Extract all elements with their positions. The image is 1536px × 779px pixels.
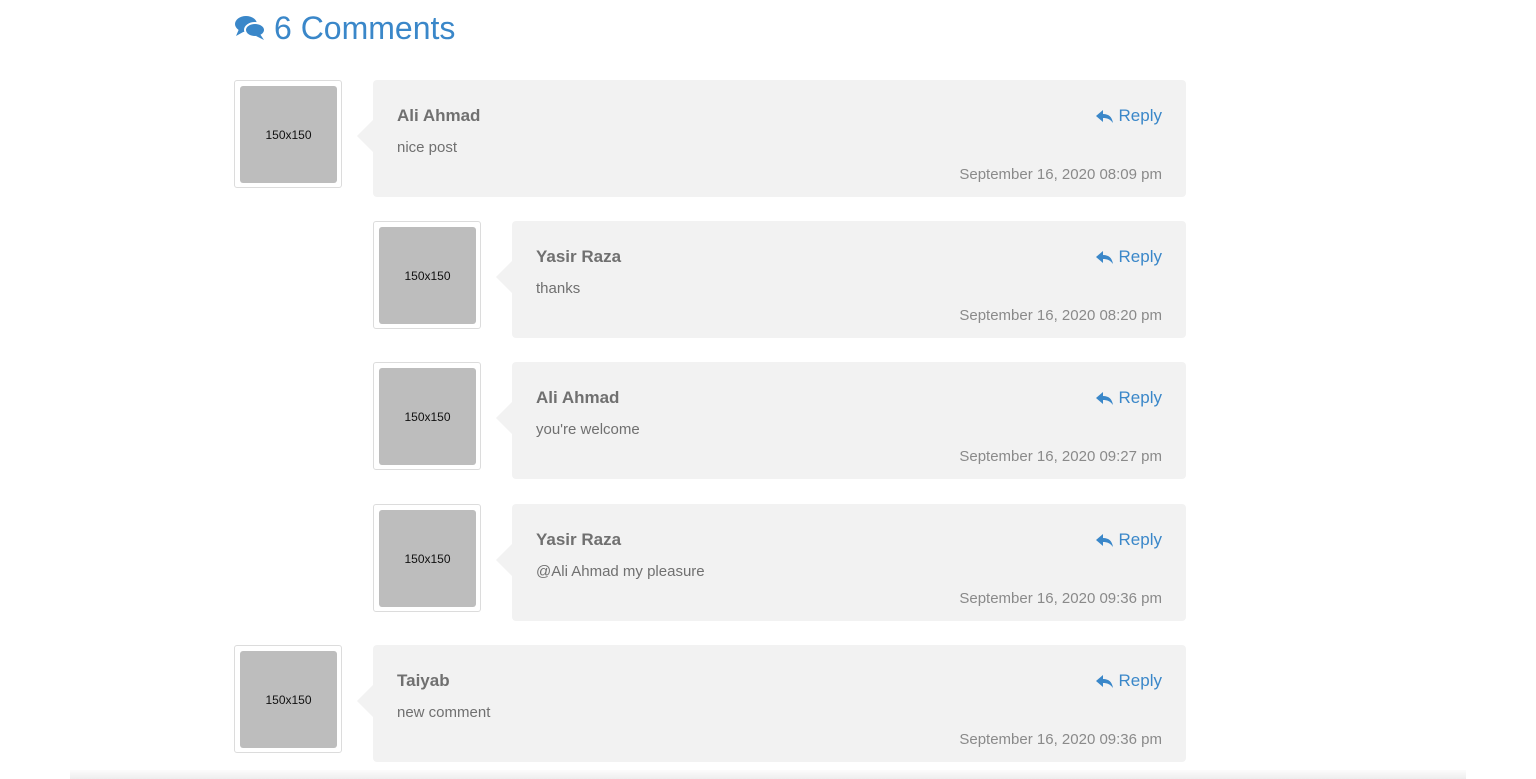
comment-text: you're welcome <box>536 421 640 438</box>
reply-button[interactable]: Reply <box>1095 530 1162 550</box>
reply-icon <box>1095 533 1114 547</box>
comment-item: 150x150 Taiyab new comment Reply Septemb… <box>234 645 1186 762</box>
reply-label: Reply <box>1118 388 1162 407</box>
reply-button[interactable]: Reply <box>1095 247 1162 267</box>
comment-author: Ali Ahmad <box>536 388 620 407</box>
comments-heading: 6 Comments <box>234 8 455 48</box>
reply-button[interactable]: Reply <box>1095 671 1162 691</box>
comment-date: September 16, 2020 08:09 pm <box>959 166 1162 183</box>
comment-date: September 16, 2020 09:36 pm <box>959 731 1162 748</box>
comment-bubble: Taiyab new comment Reply September 16, 2… <box>357 645 1186 762</box>
comment-date: September 16, 2020 09:27 pm <box>959 448 1162 465</box>
avatar-placeholder: 150x150 <box>240 651 337 748</box>
comment-text: @Ali Ahmad my pleasure <box>536 563 705 580</box>
comment-author: Taiyab <box>397 671 450 690</box>
comment-item: 150x150 Yasir Raza @Ali Ahmad my pleasur… <box>373 504 1186 621</box>
avatar: 150x150 <box>234 80 342 188</box>
comment-text: thanks <box>536 280 581 297</box>
comment-author: Yasir Raza <box>536 530 622 549</box>
avatar-placeholder: 150x150 <box>379 227 476 324</box>
comments-section: 6 Comments 150x150 Ali Ahmad nice post R… <box>0 0 1536 779</box>
avatar: 150x150 <box>234 645 342 753</box>
comment-text: new comment <box>397 704 491 721</box>
section-divider <box>70 770 1466 779</box>
reply-label: Reply <box>1118 671 1162 690</box>
comment-date: September 16, 2020 08:20 pm <box>959 307 1162 324</box>
reply-label: Reply <box>1118 530 1162 549</box>
comment-text: nice post <box>397 139 458 156</box>
reply-label: Reply <box>1118 247 1162 266</box>
avatar: 150x150 <box>373 504 481 612</box>
comment-date: September 16, 2020 09:36 pm <box>959 590 1162 607</box>
reply-button[interactable]: Reply <box>1095 388 1162 408</box>
reply-icon <box>1095 391 1114 405</box>
comment-bubble: Yasir Raza @Ali Ahmad my pleasure Reply … <box>496 504 1186 621</box>
reply-icon <box>1095 109 1114 123</box>
comment-item: 150x150 Ali Ahmad nice post Reply Septem… <box>234 80 1186 197</box>
comment-author: Yasir Raza <box>536 247 622 266</box>
avatar-placeholder: 150x150 <box>379 510 476 607</box>
reply-icon <box>1095 250 1114 264</box>
comment-bubble: Ali Ahmad nice post Reply September 16, … <box>357 80 1186 197</box>
avatar: 150x150 <box>373 362 481 470</box>
reply-label: Reply <box>1118 106 1162 125</box>
comment-bubble: Ali Ahmad you're welcome Reply September… <box>496 362 1186 479</box>
comment-author: Ali Ahmad <box>397 106 481 125</box>
reply-icon <box>1095 674 1114 688</box>
comment-item: 150x150 Ali Ahmad you're welcome Reply S… <box>373 362 1186 479</box>
comment-bubble: Yasir Raza thanks Reply September 16, 20… <box>496 221 1186 338</box>
reply-button[interactable]: Reply <box>1095 106 1162 126</box>
avatar: 150x150 <box>373 221 481 329</box>
avatar-placeholder: 150x150 <box>379 368 476 465</box>
comments-count-title: 6 Comments <box>274 10 456 46</box>
comments-icon <box>234 14 266 42</box>
avatar-placeholder: 150x150 <box>240 86 337 183</box>
comment-item: 150x150 Yasir Raza thanks Reply Septembe… <box>373 221 1186 338</box>
